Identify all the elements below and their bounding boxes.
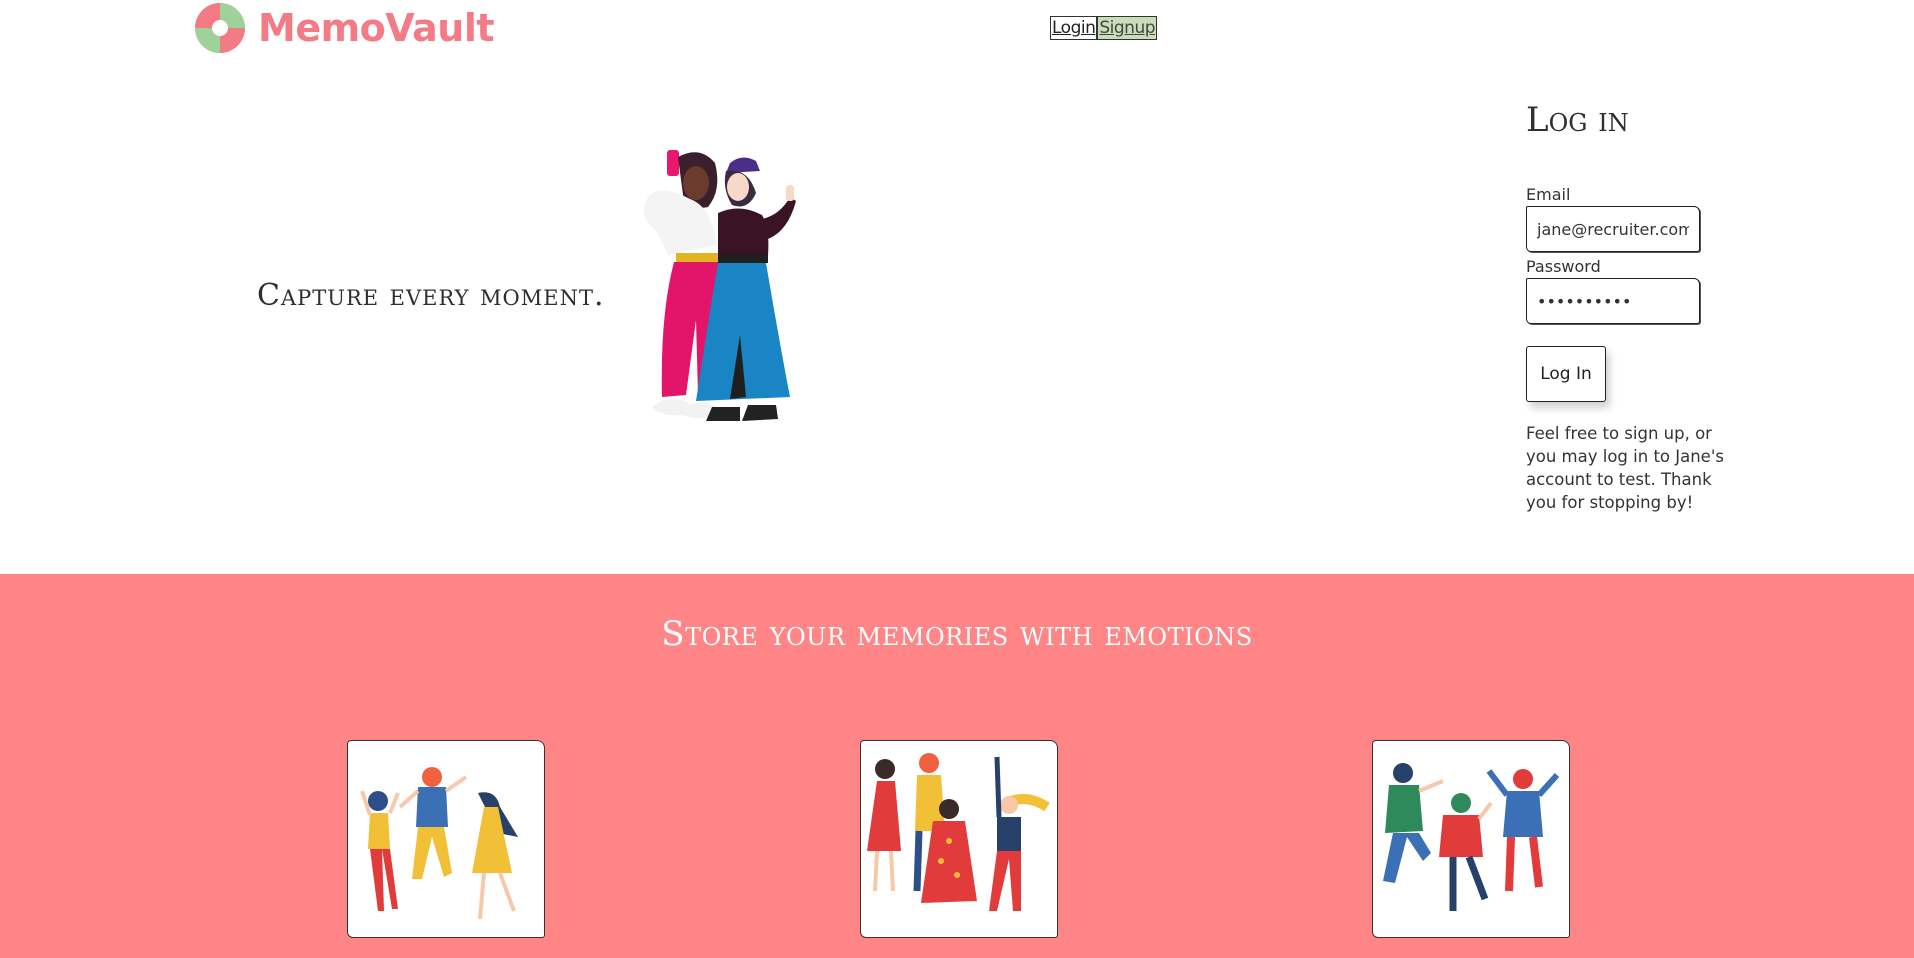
dancing-people-illustration-3 bbox=[1383, 763, 1560, 911]
login-note: Feel free to sign up, or you may log in … bbox=[1526, 424, 1724, 512]
camera-aperture-logo-icon bbox=[195, 3, 245, 53]
login-title: Log in bbox=[1526, 100, 1629, 140]
email-label: Email bbox=[1526, 185, 1571, 204]
login-link[interactable]: Login bbox=[1050, 16, 1098, 40]
feature-card-1 bbox=[347, 740, 545, 938]
hero-tagline: Capture every moment. bbox=[257, 278, 605, 313]
signup-link[interactable]: Signup bbox=[1097, 16, 1158, 40]
feature-card-3 bbox=[1372, 740, 1570, 938]
friends-selfie-illustration bbox=[643, 150, 796, 421]
features-band: Store your memories with emotions bbox=[0, 574, 1914, 958]
feature-card-2 bbox=[860, 740, 1058, 938]
dancing-people-illustration-2 bbox=[867, 753, 1050, 911]
dancing-people-illustration-1 bbox=[360, 767, 518, 920]
login-panel: Log in Email Password Log In Feel free t… bbox=[1526, 100, 1746, 514]
brand-name: MemoVault bbox=[258, 6, 495, 50]
password-label: Password bbox=[1526, 257, 1601, 276]
brand[interactable]: MemoVault bbox=[194, 2, 495, 54]
login-button[interactable]: Log In bbox=[1526, 346, 1606, 402]
features-title: Store your memories with emotions bbox=[661, 614, 1253, 654]
email-field[interactable] bbox=[1526, 206, 1700, 252]
top-nav: Login Signup bbox=[1050, 16, 1158, 40]
password-field[interactable] bbox=[1526, 278, 1700, 324]
